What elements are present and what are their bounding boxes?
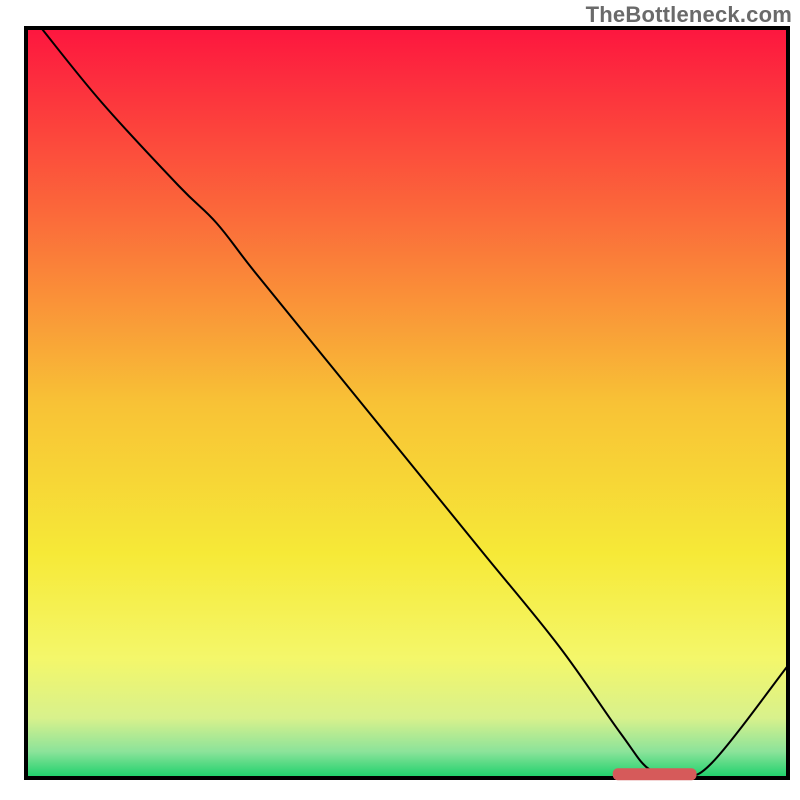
watermark-label: TheBottleneck.com	[586, 2, 792, 28]
bottleneck-chart	[0, 0, 800, 800]
optimum-marker	[613, 768, 697, 780]
chart-container: TheBottleneck.com	[0, 0, 800, 800]
plot-background	[26, 28, 788, 778]
